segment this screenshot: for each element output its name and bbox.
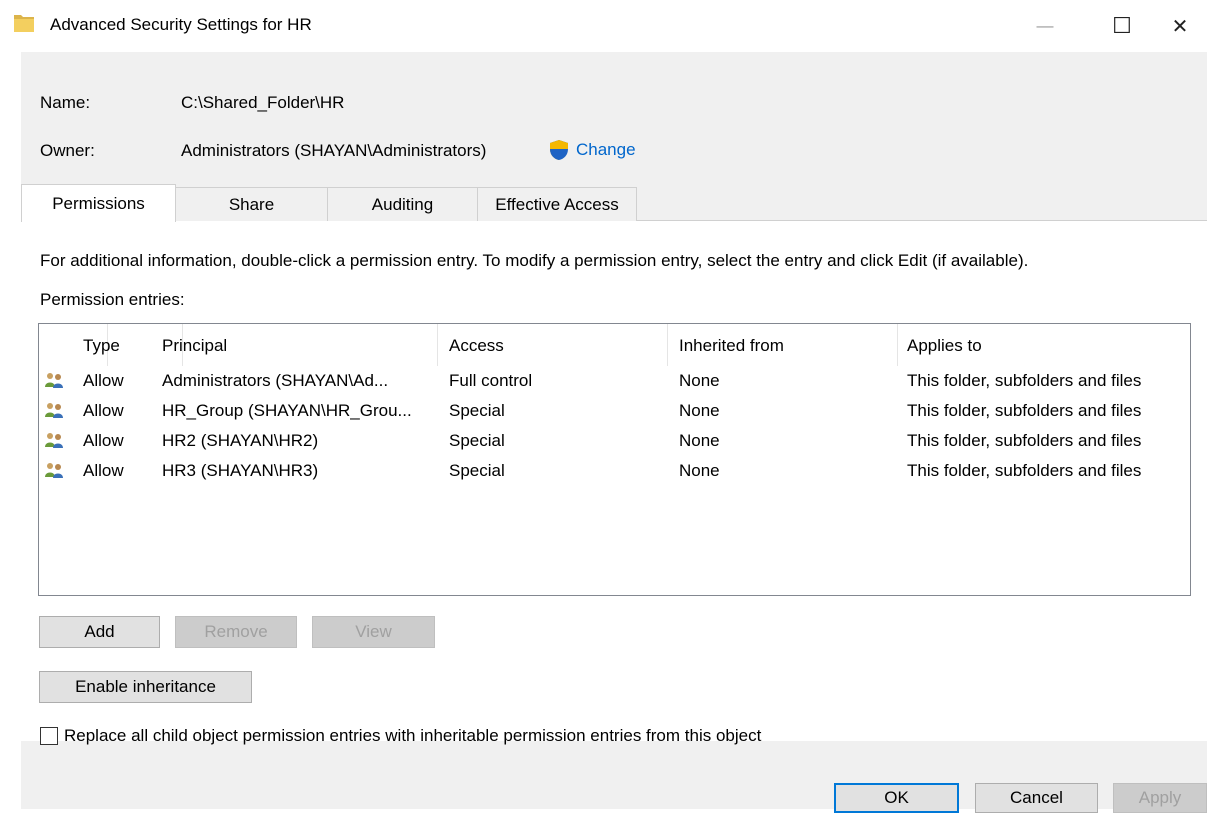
cell-applies-to: This folder, subfolders and files bbox=[907, 431, 1142, 450]
cell-principal: HR3 (SHAYAN\HR3) bbox=[162, 461, 319, 480]
maximize-icon: ☐ bbox=[1112, 13, 1132, 38]
cell-access: Special bbox=[449, 401, 505, 420]
cell-inherited-from: None bbox=[679, 401, 720, 420]
cell-type: Allow bbox=[83, 371, 124, 390]
cell-principal: HR2 (SHAYAN\HR2) bbox=[162, 431, 319, 450]
owner-value: Administrators (SHAYAN\Administrators) bbox=[181, 141, 487, 160]
cell-type: Allow bbox=[83, 461, 124, 480]
cell-applies-to: This folder, subfolders and files bbox=[907, 461, 1142, 480]
cell-access: Special bbox=[449, 431, 505, 450]
cancel-button-label: Cancel bbox=[1010, 788, 1063, 807]
instructions-text: For additional information, double-click… bbox=[40, 251, 1029, 270]
add-button[interactable]: Add bbox=[39, 616, 160, 648]
view-button-label: View bbox=[355, 622, 392, 641]
close-button[interactable]: ✕ bbox=[1150, 0, 1207, 52]
table-row[interactable]: Allow HR_Group (SHAYAN\HR_Grou... Specia… bbox=[39, 398, 1190, 428]
name-label: Name: bbox=[40, 93, 91, 112]
cell-type: Allow bbox=[83, 401, 124, 420]
close-icon: ✕ bbox=[1171, 15, 1189, 38]
column-separator[interactable] bbox=[897, 324, 898, 366]
cell-principal: HR_Group (SHAYAN\HR_Grou... bbox=[162, 401, 412, 420]
tab-label: Auditing bbox=[371, 194, 434, 214]
view-button[interactable]: View bbox=[312, 616, 435, 648]
cell-principal: Administrators (SHAYAN\Ad... bbox=[162, 371, 389, 390]
uac-shield-icon bbox=[550, 140, 568, 160]
tab-label: Share bbox=[228, 194, 275, 214]
add-button-label: Add bbox=[84, 622, 115, 641]
column-header-principal[interactable]: Principal bbox=[162, 336, 227, 356]
maximize-button[interactable]: ☐ bbox=[1092, 0, 1152, 52]
column-header-inherited-from[interactable]: Inherited from bbox=[679, 336, 784, 356]
cell-applies-to: This folder, subfolders and files bbox=[907, 371, 1142, 390]
remove-button[interactable]: Remove bbox=[175, 616, 297, 648]
change-owner-link[interactable]: Change bbox=[548, 139, 636, 161]
table-row[interactable]: Allow Administrators (SHAYAN\Ad... Full … bbox=[39, 368, 1190, 398]
tab-label: Effective Access bbox=[495, 194, 619, 214]
folder-icon bbox=[14, 15, 34, 32]
ok-button-label: OK bbox=[884, 788, 909, 807]
column-header-access[interactable]: Access bbox=[449, 336, 504, 356]
user-group-icon bbox=[45, 403, 63, 418]
owner-label: Owner: bbox=[40, 141, 95, 160]
table-row[interactable]: Allow HR3 (SHAYAN\HR3) Special None This… bbox=[39, 458, 1190, 488]
enable-inheritance-label: Enable inheritance bbox=[75, 677, 216, 696]
remove-button-label: Remove bbox=[204, 622, 268, 641]
tab-label: Permissions bbox=[52, 193, 145, 213]
minimize-button[interactable]: — bbox=[1015, 0, 1075, 52]
tab-auditing[interactable]: Auditing bbox=[327, 187, 478, 221]
minimize-icon: — bbox=[1036, 16, 1054, 35]
column-header-type[interactable]: Type bbox=[83, 336, 120, 356]
cell-inherited-from: None bbox=[679, 431, 720, 450]
column-separator[interactable] bbox=[667, 324, 668, 366]
tab-share[interactable]: Share bbox=[175, 187, 328, 221]
user-group-icon bbox=[45, 373, 63, 388]
cell-applies-to: This folder, subfolders and files bbox=[907, 401, 1142, 420]
column-separator[interactable] bbox=[437, 324, 438, 366]
cell-type: Allow bbox=[83, 431, 124, 450]
cell-access: Special bbox=[449, 461, 505, 480]
replace-child-permissions-checkbox[interactable] bbox=[40, 727, 58, 745]
replace-child-permissions-label[interactable]: Replace all child object permission entr… bbox=[64, 726, 761, 746]
permission-entries-label: Permission entries: bbox=[40, 290, 185, 309]
title-bar: Advanced Security Settings for HR — ☐ ✕ bbox=[0, 0, 1207, 52]
window-title: Advanced Security Settings for HR bbox=[50, 15, 312, 34]
user-group-icon bbox=[45, 463, 63, 478]
tab-effective-access[interactable]: Effective Access bbox=[477, 187, 637, 221]
change-link-label[interactable]: Change bbox=[576, 140, 636, 160]
object-path: C:\Shared_Folder\HR bbox=[181, 93, 345, 112]
permission-entries-list[interactable]: Type Principal Access Inherited from App… bbox=[38, 323, 1191, 596]
cell-access: Full control bbox=[449, 371, 533, 390]
tab-permissions[interactable]: Permissions bbox=[21, 184, 176, 222]
apply-button-label: Apply bbox=[1138, 788, 1182, 807]
cell-inherited-from: None bbox=[679, 371, 720, 390]
column-header-applies-to[interactable]: Applies to bbox=[907, 336, 982, 356]
enable-inheritance-button[interactable]: Enable inheritance bbox=[39, 671, 252, 703]
table-row[interactable]: Allow HR2 (SHAYAN\HR2) Special None This… bbox=[39, 428, 1190, 458]
cell-inherited-from: None bbox=[679, 461, 720, 480]
user-group-icon bbox=[45, 433, 63, 448]
